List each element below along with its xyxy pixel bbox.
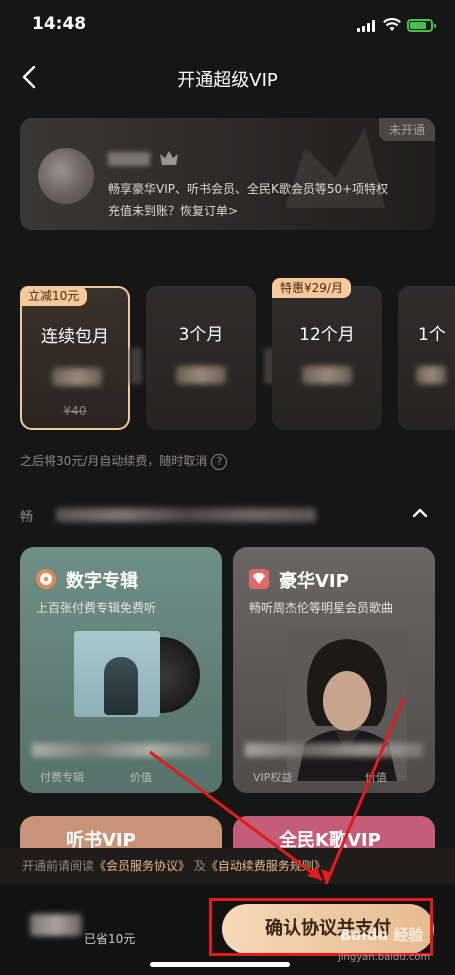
help-icon[interactable]: ? — [211, 453, 228, 470]
benefit-card-luxury-vip[interactable]: 豪华VIP 畅听周杰伦等明星会员歌曲 VIP权益 价值 — [233, 547, 435, 793]
renewal-note: 之后将30元/月自动续费，随时取消? — [20, 452, 228, 470]
status-bar: 14:48 — [0, 0, 455, 52]
watermark-url: jingyan.baidu.com — [338, 952, 431, 963]
plan-option-1-year[interactable]: 1个 — [398, 286, 455, 430]
artist-photo — [287, 631, 407, 781]
status-badge: 未开通 — [378, 118, 435, 141]
agreement-middle: 及 — [190, 859, 206, 873]
section-title: 畅 — [20, 510, 34, 525]
avatar[interactable] — [38, 148, 94, 204]
agreement-bar: 开通前请阅读《会员服务协议》 及《自动续费服务规则》 — [0, 848, 455, 884]
savings-text: 已省10元 — [84, 932, 136, 946]
plan-tag: 特惠¥29/月 — [272, 278, 351, 298]
benefit-title: 数字专辑 — [66, 571, 138, 592]
benefit-stat-label: 价值 — [130, 771, 152, 784]
page-title: 开通超级VIP — [177, 70, 278, 91]
benefit-stats-redacted — [245, 743, 423, 757]
album-cover-figure — [104, 657, 138, 715]
restore-order-link[interactable]: 充值未到账？恢复订单> — [108, 202, 238, 219]
plan-price-redacted — [52, 368, 102, 386]
agreement-prefix: 开通前请阅读 — [22, 859, 95, 873]
benefit-stat-label: 付费专辑 — [40, 771, 84, 784]
heart-diamond-icon — [249, 569, 269, 589]
benefit-title: 豪华VIP — [279, 571, 349, 592]
signal-icon — [357, 20, 377, 32]
chevron-up-icon[interactable] — [411, 504, 429, 522]
home-indicator — [150, 962, 290, 967]
disc-icon — [36, 569, 56, 589]
plan-name: 3个月 — [178, 325, 224, 345]
plan-divider — [130, 348, 142, 384]
plan-original-price: ¥40 — [63, 404, 87, 418]
navigation-bar: 开通超级VIP — [0, 52, 455, 104]
benefit-stat-label: VIP权益 — [253, 771, 293, 784]
plan-option-monthly[interactable]: 立减10元 连续包月 ¥40 — [20, 286, 130, 430]
plan-option-12-months[interactable]: 特惠¥29/月 12个月 — [272, 278, 382, 430]
section-title-redacted — [56, 508, 316, 522]
status-time: 14:48 — [32, 14, 87, 34]
benefit-subtitle: 畅听周杰伦等明星会员歌曲 — [249, 601, 394, 615]
wifi-icon — [383, 18, 401, 31]
benefit-stats-redacted — [32, 743, 210, 757]
plan-price-redacted — [416, 366, 446, 384]
member-description: 畅享豪华VIP、听书会员、全民K歌会员等50+项特权 — [108, 182, 389, 196]
benefit-subtitle: 上百张付费专辑免费听 — [36, 601, 157, 615]
plan-option-3-months[interactable]: 3个月 — [146, 286, 256, 430]
service-agreement-link[interactable]: 《会员服务协议》 — [94, 859, 190, 873]
plan-price-redacted — [302, 366, 352, 384]
benefits-section-header: 畅 — [20, 504, 435, 526]
username-redacted — [108, 152, 150, 166]
vip-crown-icon — [160, 151, 178, 165]
plan-name: 1个 — [418, 325, 446, 345]
benefit-stat-label: 价值 — [365, 771, 387, 784]
plan-name: 连续包月 — [41, 327, 109, 347]
plan-tag: 立减10元 — [20, 286, 88, 306]
auto-renew-rules-link[interactable]: 《自动续费服务规则》 — [206, 859, 326, 873]
total-price-redacted — [30, 914, 82, 936]
benefit-card-digital-album[interactable]: 数字专辑 上百张付费专辑免费听 付费专辑 价值 — [20, 547, 222, 793]
member-card: 未开通 畅享豪华VIP、听书会员、全民K歌会员等50+项特权 充值未到账？恢复订… — [20, 118, 435, 230]
battery-charging-icon — [407, 19, 436, 32]
plan-price-redacted — [176, 366, 226, 384]
watermark-badge: Baidu 经验 — [340, 926, 424, 944]
renewal-note-text: 之后将30元/月自动续费，随时取消 — [20, 454, 208, 468]
plan-selector: 立减10元 连续包月 ¥40 3个月 特惠¥29/月 12个月 1个 — [0, 278, 455, 438]
plan-name: 12个月 — [299, 325, 355, 345]
